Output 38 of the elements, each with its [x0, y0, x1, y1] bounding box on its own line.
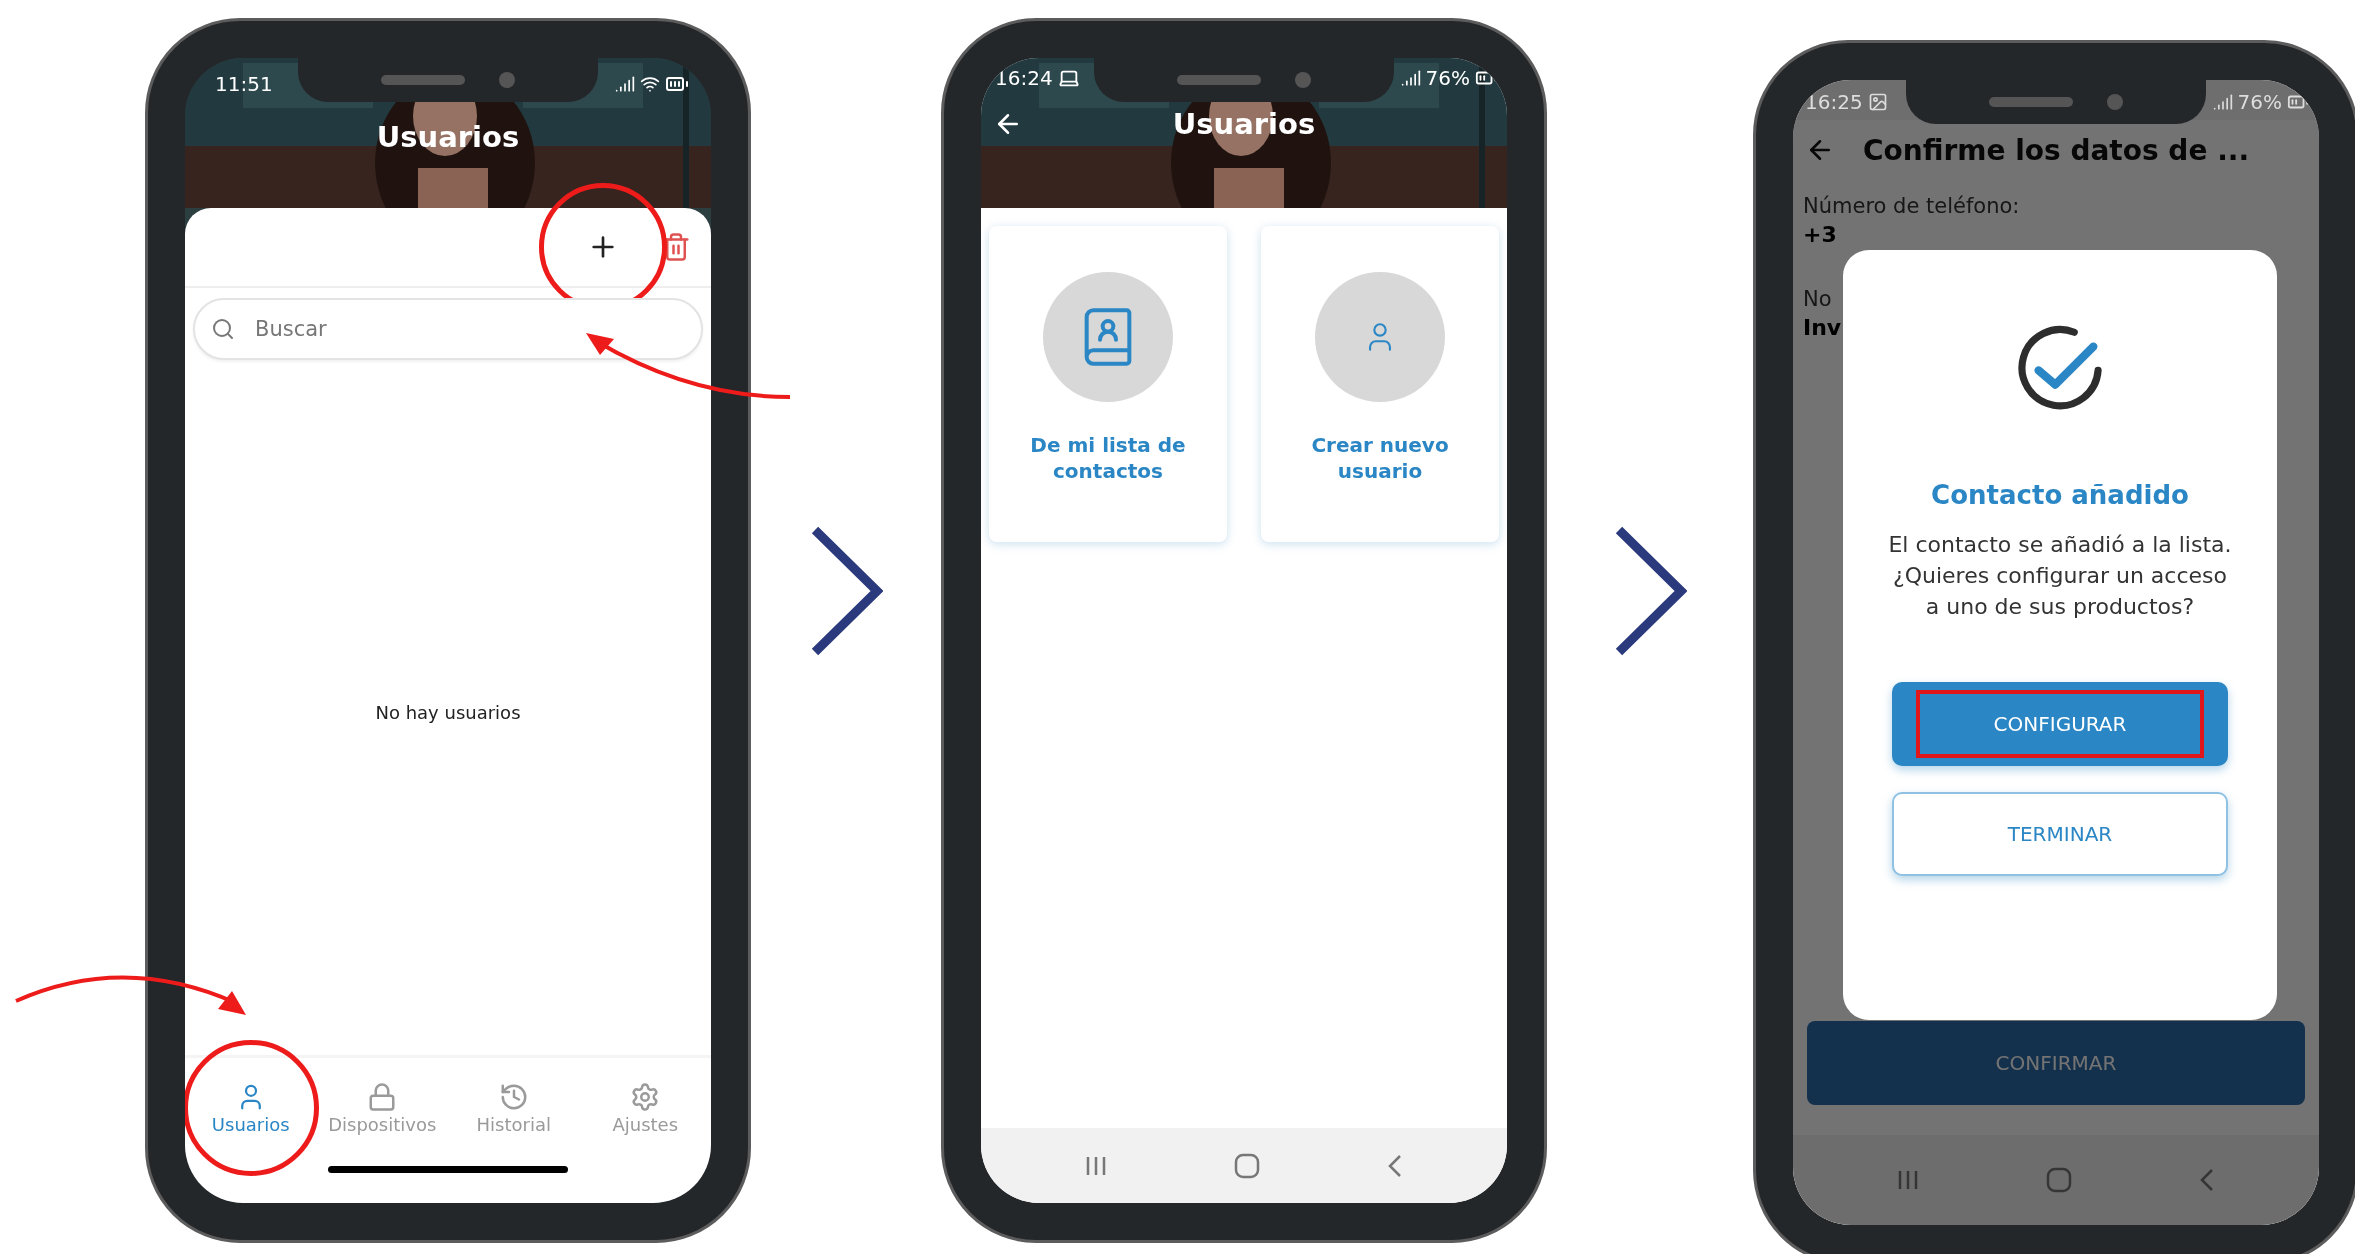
field-value: Inv: [1803, 315, 1842, 340]
settings-icon: [630, 1081, 661, 1112]
camera-dot: [499, 72, 515, 88]
wifi-icon: [640, 74, 660, 94]
status-time: 16:25: [1805, 90, 1863, 114]
option-card[interactable]: Crear nuevo usuario: [1261, 226, 1499, 542]
field-label: No: [1803, 287, 1832, 311]
primary-button[interactable]: CONFIGURAR: [1892, 682, 2228, 767]
confirm-button[interactable]: CONFIRMAR: [1807, 1021, 2305, 1105]
field-label: Número de teléfono:: [1803, 194, 2020, 218]
status-time: 11:51: [215, 72, 273, 96]
search-icon: [211, 317, 235, 341]
screen-title: Usuarios: [1172, 107, 1316, 141]
signal-icon: [615, 74, 635, 94]
status-time: 16:24: [995, 66, 1053, 90]
dialog-title: Contacto añadido: [1931, 480, 2189, 510]
nav-tab[interactable]: Dispositivos: [328, 1077, 437, 1139]
field-value: +3: [1803, 222, 1837, 247]
option-card[interactable]: De mi lista de contactos: [989, 226, 1227, 542]
screen-title: Confirme los datos de ...: [1862, 133, 2250, 167]
search-field[interactable]: Buscar: [193, 298, 703, 360]
battery-percent: 76%: [1425, 66, 1470, 90]
dialog-message: El contacto se añadió a la lista. ¿Quieres configurar un acceso a uno de sus productos?: [1887, 531, 2233, 621]
screen-title: Usuarios: [375, 120, 521, 154]
nav-tab[interactable]: Usuarios: [211, 1077, 290, 1139]
chevron-icon: [809, 525, 883, 656]
camera-dot: [2107, 94, 2123, 110]
image-icon: [1867, 92, 1888, 112]
battery-percent: 76%: [2237, 90, 2282, 114]
nav-tab[interactable]: Ajustes: [612, 1077, 679, 1139]
signal-icon: [2212, 92, 2233, 112]
signal-icon: [1400, 68, 1421, 88]
chevron-icon: [1613, 525, 1687, 656]
secondary-button[interactable]: TERMINAR: [1892, 792, 2228, 877]
lock-icon: [367, 1081, 398, 1112]
empty-message: No hay usuarios: [375, 702, 521, 723]
camera-dot: [1295, 72, 1311, 88]
nav-tab[interactable]: Historial: [476, 1077, 551, 1139]
